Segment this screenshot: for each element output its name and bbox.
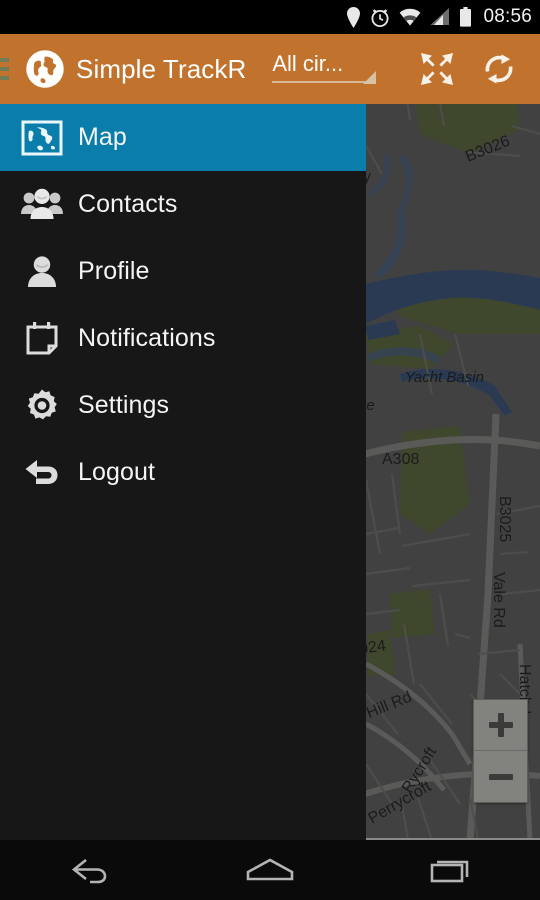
- location-pin-icon: [347, 6, 361, 28]
- gear-icon: [16, 384, 68, 428]
- map-label: B3025: [496, 496, 513, 542]
- sidebar-item-label: Map: [78, 123, 127, 151]
- status-bar-clock: 08:56: [483, 6, 532, 27]
- map-label: A308: [382, 451, 419, 468]
- wifi-icon: [400, 8, 421, 26]
- action-bar-actions: [408, 40, 540, 98]
- back-arrow-icon: [71, 858, 107, 884]
- battery-icon: [460, 7, 472, 27]
- people-group-icon: [16, 183, 68, 227]
- refresh-button[interactable]: [470, 40, 528, 98]
- spinner-underline: [272, 80, 377, 83]
- zoom-in-button[interactable]: [474, 700, 527, 751]
- minus-icon: [488, 773, 513, 780]
- nav-recents-button[interactable]: [360, 840, 540, 900]
- sidebar-item-label: Settings: [78, 391, 170, 419]
- phone-screen: y B3026 Yacht Basin ge A308 B3025 Vale R…: [0, 0, 540, 900]
- recents-icon: [430, 860, 469, 883]
- person-icon: [16, 250, 68, 294]
- map-zoom-controls[interactable]: [473, 699, 528, 803]
- circle-filter-selected: All cir...: [272, 50, 344, 76]
- sidebar-item-contacts[interactable]: Contacts: [0, 171, 366, 238]
- system-nav-bar: [0, 840, 540, 900]
- world-map-icon: [16, 116, 68, 160]
- sidebar-item-profile[interactable]: Profile: [0, 238, 366, 305]
- sync-refresh-icon: [485, 54, 513, 84]
- navigation-drawer: Map Contacts Profile Notifications Setti…: [0, 104, 366, 840]
- globe-logo-icon: [26, 50, 64, 88]
- plus-icon: [488, 713, 513, 737]
- drawer-handle-icon[interactable]: [0, 34, 14, 104]
- sidebar-item-label: Contacts: [78, 190, 178, 218]
- status-bar: 08:56: [0, 0, 540, 34]
- status-bar-icons: [346, 6, 472, 28]
- back-arrow-icon: [16, 451, 68, 495]
- cellular-signal-icon: [430, 8, 450, 25]
- sidebar-item-label: Profile: [78, 257, 150, 285]
- sidebar-item-notifications[interactable]: Notifications: [0, 305, 366, 372]
- map-label: Yacht Basin: [405, 369, 484, 386]
- alarm-clock-icon: [371, 8, 389, 27]
- sidebar-item-map[interactable]: Map: [0, 104, 366, 171]
- action-bar: Simple TrackR All cir...: [0, 34, 540, 104]
- circle-filter-spinner[interactable]: All cir...: [272, 50, 377, 88]
- note-page-icon: [16, 317, 68, 361]
- zoom-out-button[interactable]: [474, 751, 527, 802]
- app-title: Simple TrackR: [76, 53, 247, 84]
- sidebar-item-label: Notifications: [78, 324, 216, 352]
- nav-home-button[interactable]: [180, 840, 360, 900]
- arrows-inward-icon: [421, 53, 453, 85]
- nav-bar-hairline: [366, 838, 540, 840]
- home-icon: [246, 858, 294, 881]
- sidebar-item-settings[interactable]: Settings: [0, 372, 366, 439]
- fit-to-screen-button[interactable]: [408, 40, 466, 98]
- sidebar-item-label: Logout: [78, 458, 156, 486]
- nav-back-button[interactable]: [0, 840, 180, 900]
- map-label: Vale Rd: [490, 572, 507, 628]
- dropdown-caret-icon: [363, 70, 377, 84]
- sidebar-item-logout[interactable]: Logout: [0, 439, 366, 506]
